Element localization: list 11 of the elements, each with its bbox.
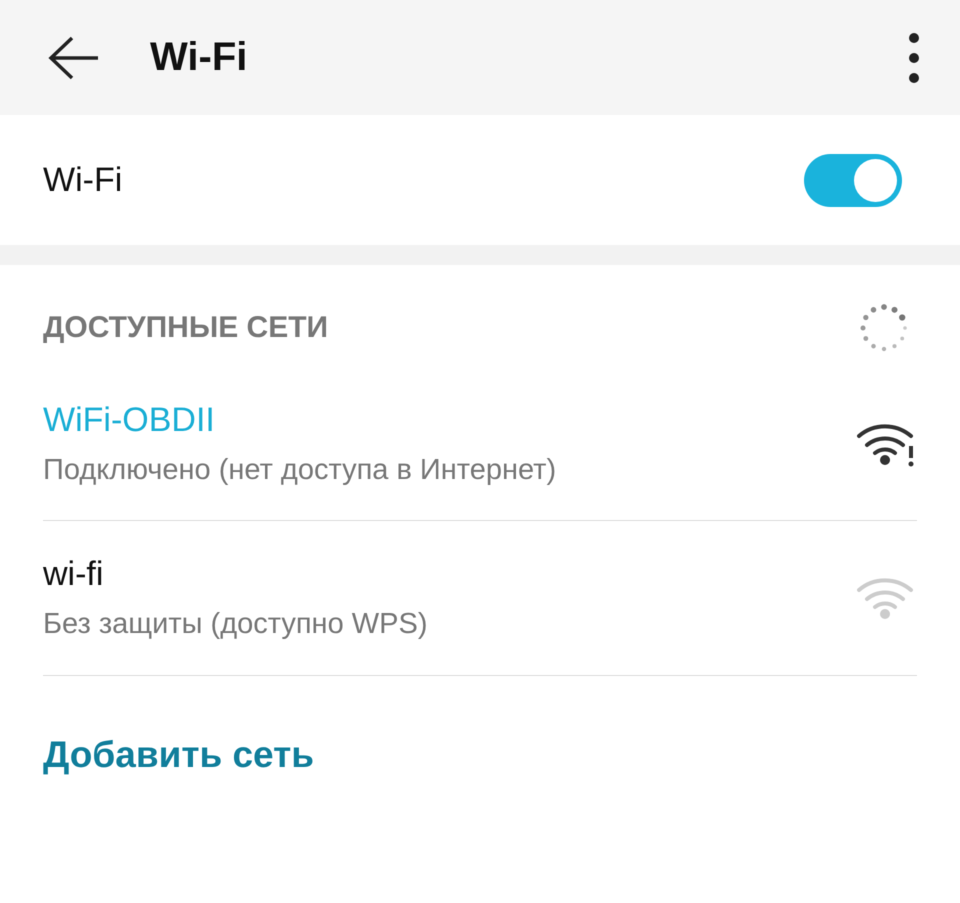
network-status: Подключено (нет доступа в Интернет) (43, 454, 556, 486)
back-icon[interactable] (48, 36, 100, 80)
network-name[interactable]: WiFi-OBDII (43, 400, 556, 440)
network-name[interactable]: wi-fi (43, 555, 428, 594)
screen-title: Wi-Fi (150, 35, 248, 80)
add-network-link[interactable]: Добавить сеть (43, 734, 314, 776)
wifi-label: Wi-Fi (43, 160, 122, 200)
network-status: Без защиты (доступно WPS) (43, 608, 428, 641)
section-header: ДОСТУПНЫЕ СЕТИ (43, 311, 328, 345)
more-icon[interactable] (908, 32, 920, 84)
wifi-toggle[interactable] (804, 154, 902, 206)
